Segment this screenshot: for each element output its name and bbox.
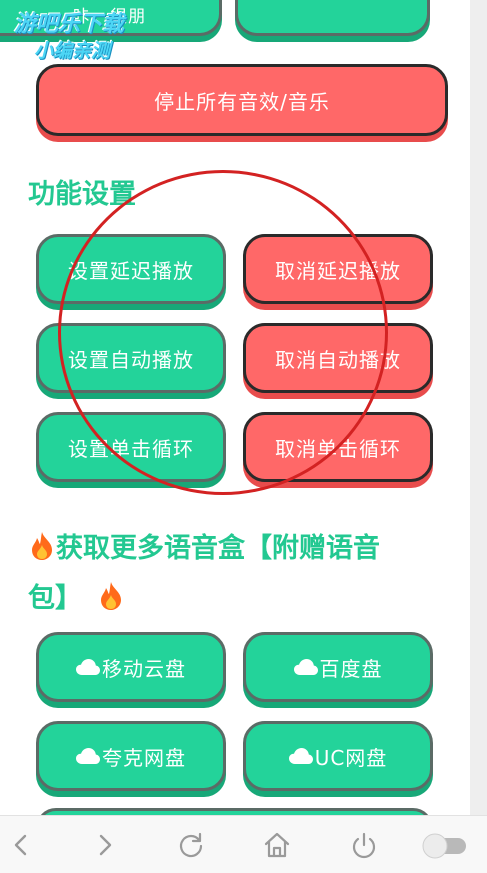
uc-pan-button[interactable]: UC网盘 (243, 721, 433, 791)
power-icon[interactable] (349, 830, 379, 860)
cloud-icon (288, 748, 313, 764)
quark-pan-button[interactable]: 夸克网盘 (36, 721, 226, 791)
set-delay-play-button[interactable]: 设置延迟播放 (36, 234, 226, 304)
function-settings-title: 功能设置 (28, 179, 136, 210)
cloud-icon (76, 659, 100, 675)
more-boxes-title-line1: 获取更多语音盒【附赠语音 (56, 533, 380, 564)
watermark-line1: 游吧乐下载 (14, 12, 125, 37)
browser-navbar (0, 815, 487, 873)
back-icon[interactable] (6, 830, 36, 860)
toggle-switch[interactable] (420, 833, 468, 859)
cancel-single-loop-button[interactable]: 取消单击循环 (243, 412, 433, 482)
forward-icon[interactable] (90, 830, 120, 860)
cancel-auto-play-button[interactable]: 取消自动播放 (243, 323, 433, 393)
baidu-pan-label: 百度盘 (319, 656, 383, 681)
set-single-loop-label: 设置单击循环 (68, 436, 194, 461)
top-right-button[interactable] (235, 0, 430, 36)
baidu-pan-button[interactable]: 百度盘 (243, 632, 433, 702)
set-auto-play-button[interactable]: 设置自动播放 (36, 323, 226, 393)
more-boxes-title-line2: 包】 (28, 583, 82, 614)
uc-pan-label: UC网盘 (314, 745, 388, 770)
watermark-logo: 游吧乐下载 小编亲测 (14, 12, 124, 64)
stop-all-button[interactable]: 停止所有音效/音乐 (36, 64, 448, 136)
stop-all-label: 停止所有音效/音乐 (154, 89, 330, 114)
fire-icon (28, 530, 56, 576)
scrollbar-track[interactable] (470, 0, 487, 815)
cloud-icon (293, 659, 318, 675)
set-single-loop-button[interactable]: 设置单击循环 (36, 412, 226, 482)
quark-pan-label: 夸克网盘 (102, 745, 186, 770)
set-delay-play-label: 设置延迟播放 (68, 258, 194, 283)
cancel-delay-play-button[interactable]: 取消延迟播放 (243, 234, 433, 304)
cancel-delay-play-label: 取消延迟播放 (275, 258, 401, 283)
set-auto-play-label: 设置自动播放 (68, 347, 194, 372)
cancel-auto-play-label: 取消自动播放 (275, 347, 401, 372)
watermark-line2: 小编亲测 (34, 40, 111, 62)
mobile-cloud-label: 移动云盘 (102, 656, 186, 681)
more-boxes-title: 获取更多语音盒【附赠语音 包】 (28, 526, 448, 626)
refresh-icon[interactable] (176, 830, 206, 860)
home-icon[interactable] (262, 830, 292, 860)
cancel-single-loop-label: 取消单击循环 (275, 436, 401, 461)
mobile-cloud-button[interactable]: 移动云盘 (36, 632, 226, 702)
cloud-icon (76, 748, 100, 764)
fire-icon (97, 580, 125, 626)
